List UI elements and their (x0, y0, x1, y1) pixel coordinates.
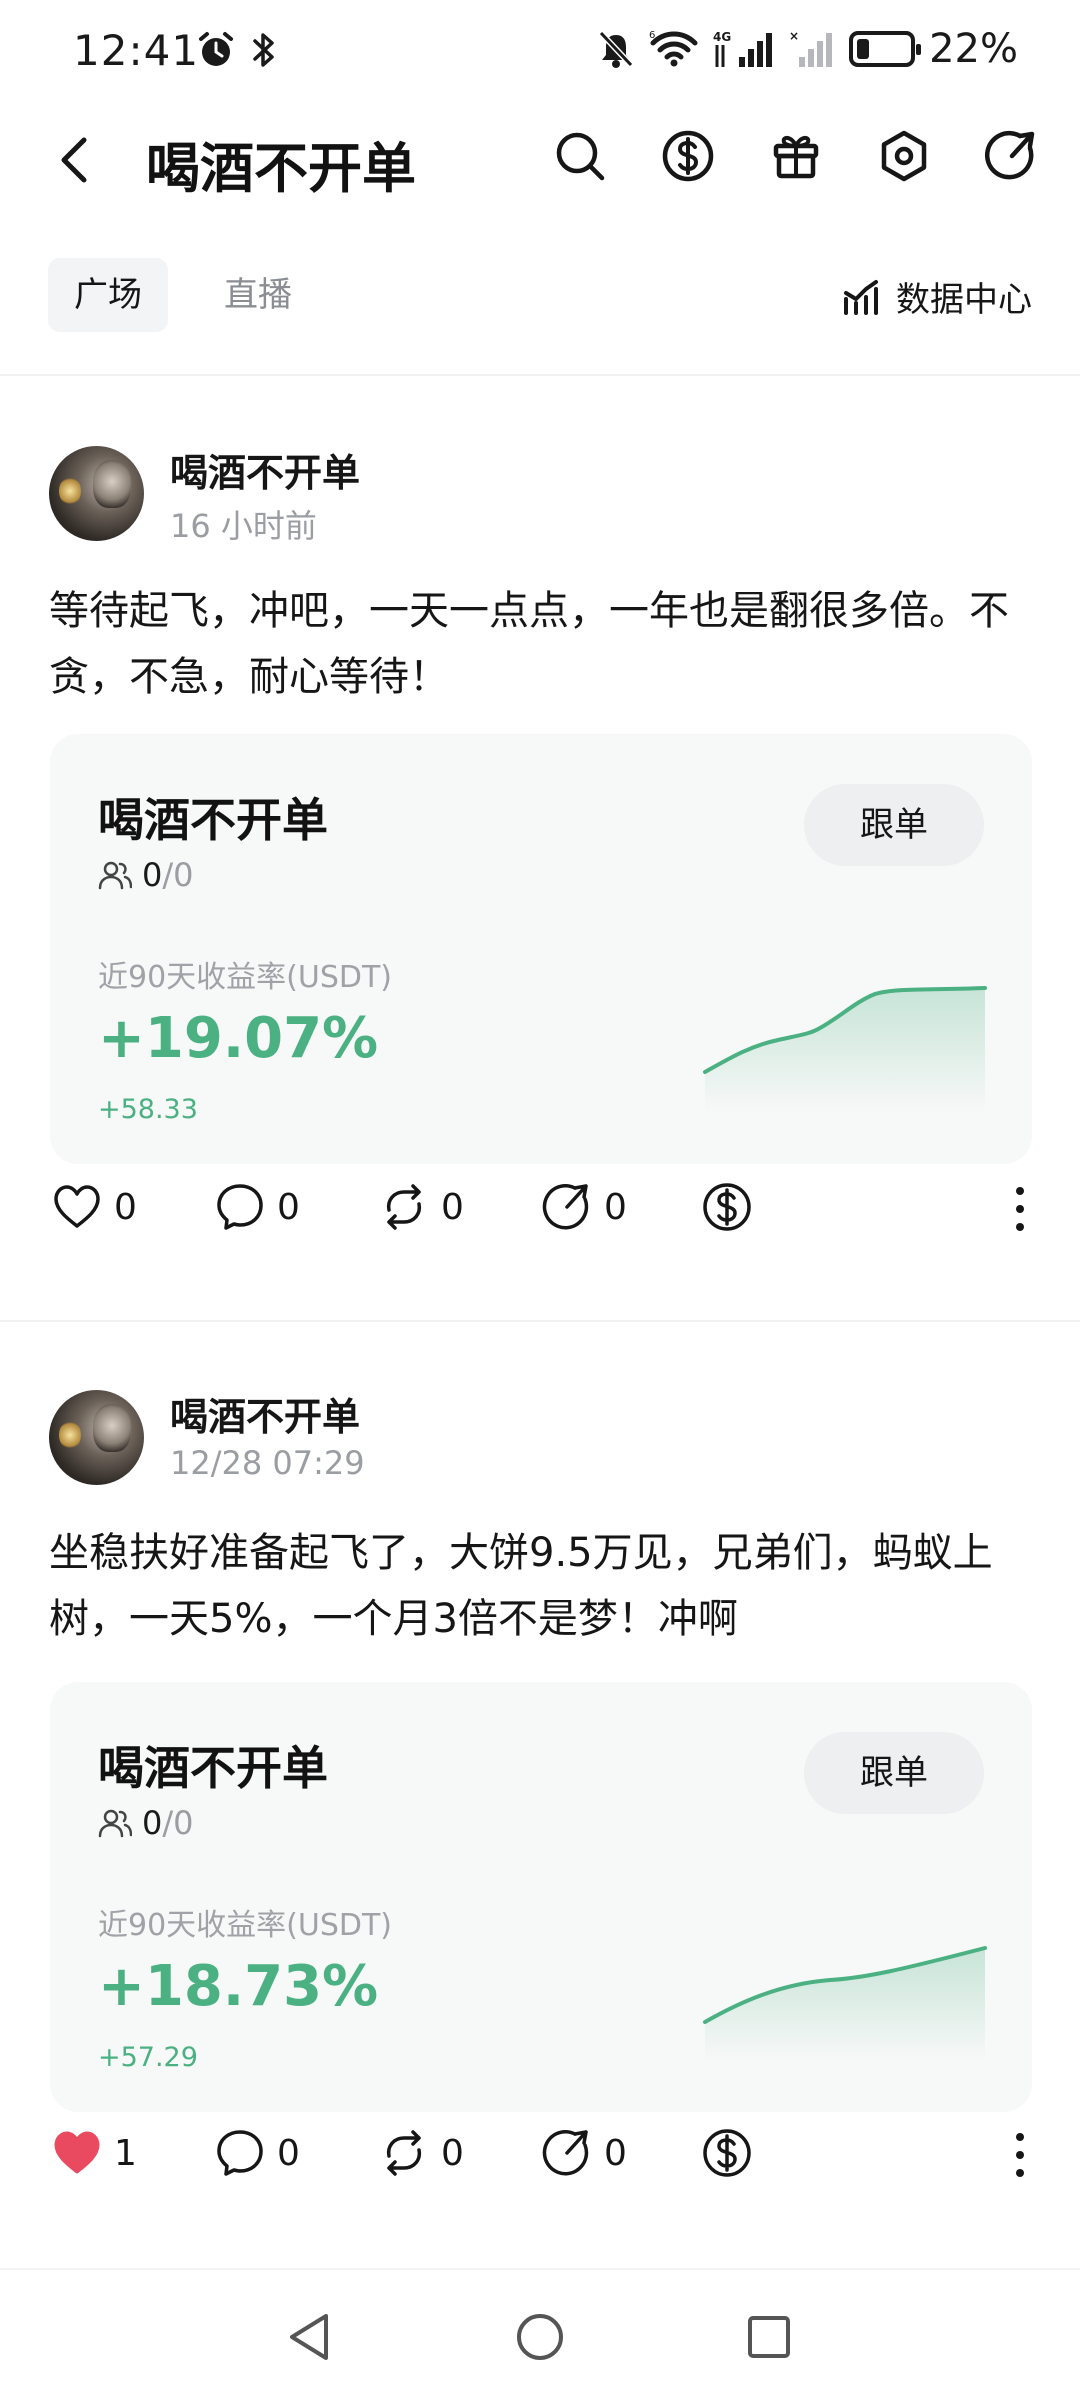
comment-button[interactable]: 0 (213, 2126, 300, 2180)
return-sparkline (703, 986, 987, 1112)
home-circle-icon[interactable] (513, 2310, 567, 2364)
return-rate: +19.07% (98, 1006, 379, 1071)
svg-text:×: × (789, 29, 799, 43)
more-options-icon[interactable] (1010, 1184, 1030, 1234)
follower-count: 0/0 (98, 856, 194, 894)
comment-count: 0 (277, 2132, 300, 2174)
tip-button[interactable] (700, 1180, 754, 1234)
heart-filled-icon (54, 2131, 100, 2174)
battery-icon (849, 31, 922, 67)
recents-square-icon[interactable] (742, 2310, 796, 2364)
gift-icon[interactable] (768, 128, 824, 184)
post-content: 等待起飞，冲吧，一天一点点，一年也是翻很多倍。不贪，不急，耐心等待！ (49, 588, 1009, 700)
follower-cap: /0 (162, 1804, 194, 1842)
svg-text:6: 6 (649, 30, 655, 41)
wifi-icon: 6 (649, 30, 698, 67)
follower-current: 0 (142, 1804, 163, 1842)
share-icon[interactable] (984, 128, 1040, 184)
battery-percent: 22% (929, 26, 1018, 72)
post-card: 喝酒不开单 12/28 07:29 坐稳扶好准备起飞了，大饼9.5万见，兄弟们，… (0, 1320, 1080, 2268)
copy-trade-card[interactable]: 喝酒不开单 0/0 跟单 近90天收益率(USDT) +19.07% +58.3… (50, 734, 1032, 1164)
post-time: 16 小时前 (170, 507, 317, 545)
repost-button[interactable]: 0 (377, 2126, 464, 2180)
like-button[interactable]: 1 (50, 2126, 137, 2180)
follow-trade-button[interactable]: 跟单 (804, 1732, 984, 1814)
status-bar: 12:41 6 4G × 22% (0, 0, 1080, 100)
comment-button[interactable]: 0 (213, 1180, 300, 1234)
page-title: 喝酒不开单 (146, 137, 416, 200)
repost-icon (386, 2130, 422, 2176)
top-app-bar: 喝酒不开单 (0, 100, 1080, 220)
back-triangle-icon[interactable] (282, 2310, 336, 2364)
repost-icon (386, 1184, 422, 1230)
svg-text:4G: 4G (713, 30, 731, 44)
data-center-link[interactable]: 数据中心 (842, 272, 1032, 321)
follower-current: 0 (142, 856, 163, 894)
return-amount: +57.29 (98, 2042, 198, 2073)
feed-tabs: 广场 直播 数据中心 (0, 250, 1080, 340)
post-time: 12/28 07:29 (170, 1444, 365, 1482)
repost-count: 0 (441, 2132, 464, 2174)
post-actions: 1 0 0 0 (0, 2114, 1080, 2194)
tab-live[interactable]: 直播 (198, 258, 318, 332)
dollar-icon[interactable] (660, 128, 716, 184)
avatar[interactable] (49, 446, 144, 541)
bluetooth-icon (253, 33, 274, 67)
header-actions (552, 128, 1040, 184)
signal-nosim-icon: × (789, 29, 833, 67)
share-count: 0 (604, 2132, 627, 2174)
users-icon (98, 861, 132, 890)
more-options-icon[interactable] (1010, 2130, 1030, 2180)
avatar[interactable] (49, 1390, 144, 1485)
tab-square[interactable]: 广场 (48, 258, 168, 332)
status-time: 12:41 (73, 26, 200, 75)
follower-cap: /0 (162, 856, 194, 894)
share-icon (542, 2130, 589, 2176)
follower-count: 0/0 (98, 1804, 194, 1842)
share-button[interactable]: 0 (540, 1180, 627, 1234)
return-sparkline (703, 1946, 987, 2060)
system-nav-bar (0, 2268, 1080, 2400)
like-count: 0 (114, 1186, 137, 1228)
post-author[interactable]: 喝酒不开单 (170, 442, 360, 497)
alarm-icon (199, 32, 233, 66)
dollar-icon (703, 1183, 751, 1231)
status-left-icons (196, 30, 278, 70)
return-rate: +18.73% (98, 1954, 379, 2019)
data-center-label: 数据中心 (896, 280, 1032, 320)
comment-icon (217, 1184, 263, 1230)
heart-icon (54, 1185, 100, 1228)
post-content: 坐稳扶好准备起飞了，大饼9.5万见，兄弟们，蚂蚁上树，一天5%，一个月3倍不是梦… (49, 1530, 993, 1642)
share-button[interactable]: 0 (540, 2126, 627, 2180)
post-author[interactable]: 喝酒不开单 (170, 1386, 360, 1441)
back-icon[interactable] (52, 134, 96, 186)
settings-icon[interactable] (876, 128, 932, 184)
trader-name: 喝酒不开单 (98, 793, 328, 847)
comment-icon (217, 2130, 263, 2176)
post-actions: 0 0 0 0 (0, 1168, 1080, 1248)
trader-name: 喝酒不开单 (98, 1741, 328, 1795)
repost-button[interactable]: 0 (377, 1180, 464, 1234)
share-count: 0 (604, 1186, 627, 1228)
search-icon[interactable] (552, 128, 608, 184)
follow-trade-button[interactable]: 跟单 (804, 784, 984, 866)
share-icon (542, 1184, 589, 1230)
dollar-icon (703, 2129, 751, 2177)
post-card: 喝酒不开单 16 小时前 等待起飞，冲吧，一天一点点，一年也是翻很多倍。不贪，不… (0, 374, 1080, 1320)
status-right-icons: 6 4G × 22% (597, 26, 1018, 72)
return-amount: +58.33 (98, 1094, 198, 1125)
chart-icon (844, 279, 878, 315)
copy-trade-card[interactable]: 喝酒不开单 0/0 跟单 近90天收益率(USDT) +18.73% +57.2… (50, 1682, 1032, 2112)
return-label: 近90天收益率(USDT) (98, 960, 393, 995)
tip-button[interactable] (700, 2126, 754, 2180)
comment-count: 0 (277, 1186, 300, 1228)
return-label: 近90天收益率(USDT) (98, 1908, 393, 1943)
mute-icon (598, 30, 634, 68)
users-icon (98, 1809, 132, 1838)
repost-count: 0 (441, 1186, 464, 1228)
signal-4g-icon: 4G (713, 30, 773, 67)
like-count: 1 (114, 2132, 137, 2174)
like-button[interactable]: 0 (50, 1180, 137, 1234)
